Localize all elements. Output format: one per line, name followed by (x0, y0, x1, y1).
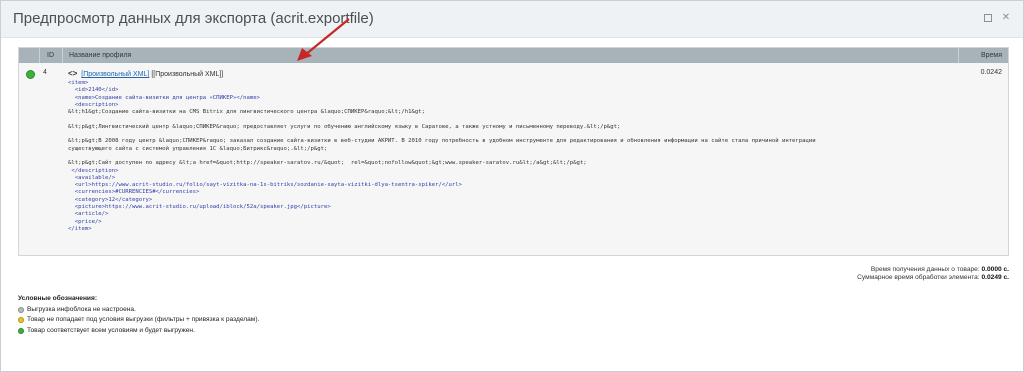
dialog-content: ID Название профиля Время 4 <> [Произвол… (18, 47, 1013, 334)
header-profile-name: Название профиля (69, 52, 132, 59)
status-gray-icon (18, 306, 24, 313)
xml-line: &lt;p&gt;В 2008 году центр &laquo;СПИКЕР… (68, 138, 816, 145)
xml-line: <url>https://www.acrit-studio.ru/folio/s… (68, 182, 463, 189)
profile-name-cell: <> [Произвольный XML] [[Произвольный XML… (68, 69, 223, 78)
xml-line: <name>Создание сайта-визитки для центра … (68, 94, 260, 101)
table-header: ID Название профиля Время (19, 48, 1008, 63)
code-icon: <> (68, 69, 78, 78)
xml-line: <description> (68, 101, 119, 108)
status-green-icon (26, 70, 35, 79)
xml-line: <item> (68, 80, 89, 86)
table-row: 4 <> [Произвольный XML] [[Произвольный X… (19, 63, 1008, 255)
xml-line: <id>2140</id> (68, 87, 119, 94)
xml-line: существующего сайта с системой управлени… (68, 145, 328, 152)
legend-item-will-export: Товар соответствует всем условиям и буде… (18, 326, 259, 337)
xml-line: <article/> (68, 211, 109, 218)
xml-line: </description> (68, 167, 119, 174)
annotation-arrow-icon (297, 18, 350, 61)
preview-table: ID Название профиля Время 4 <> [Произвол… (18, 47, 1009, 256)
data-fetch-time: Время получения данных о товаре: 0.0000 … (870, 266, 1009, 273)
profile-link[interactable]: [Произвольный XML] (81, 71, 149, 78)
xml-line: &lt;h1&gt;Создание сайта-визитки на CMS … (68, 109, 425, 116)
xml-line: &lt;p&gt;Лингвистический центр &laquo;СП… (68, 123, 621, 130)
dialog-titlebar: Предпросмотр данных для экспорта (acrit.… (1, 1, 1023, 38)
xml-line (68, 153, 968, 160)
maximize-icon[interactable] (983, 13, 993, 23)
xml-line: <price/> (68, 218, 102, 225)
timing-totals: Время получения данных о товаре: 0.0000 … (857, 266, 1009, 282)
xml-line: <currencies>#CURRENCIES#</currencies> (68, 189, 200, 196)
legend-item-not-matching: Товар не попадает под условия выгрузки (… (18, 315, 259, 326)
header-time: Время (980, 52, 1002, 59)
xml-line: <picture>https://www.acrit-studio.ru/upl… (68, 204, 331, 211)
xml-line: &lt;p&gt;Сайт доступен по адресу &lt;a h… (68, 160, 587, 167)
legend: Условные обозначения: Выгрузка инфоблока… (18, 294, 259, 336)
export-preview-dialog: Предпросмотр данных для экспорта (acrit.… (0, 0, 1024, 372)
legend-title: Условные обозначения: (18, 295, 98, 302)
xml-line: <available/> (68, 174, 116, 181)
row-id: 4 (43, 69, 47, 76)
xml-line: <category>12</category> (68, 196, 153, 203)
header-id: ID (47, 52, 54, 59)
processing-time: Суммарное время обработки элемента: 0.02… (857, 274, 1009, 281)
xml-line (68, 116, 968, 123)
status-yellow-icon (18, 317, 24, 324)
legend-item-not-configured: Выгрузка инфоблока не настроена. (18, 305, 259, 316)
close-icon[interactable]: ✕ (1001, 13, 1011, 23)
xml-preview: <item> <id>2140</id> <name>Создание сайт… (68, 80, 968, 233)
row-time: 0.0242 (980, 69, 1002, 76)
profile-name-text: [[Произвольный XML]] (149, 71, 224, 78)
status-green-icon (18, 327, 24, 334)
xml-line: </item> (68, 225, 92, 232)
